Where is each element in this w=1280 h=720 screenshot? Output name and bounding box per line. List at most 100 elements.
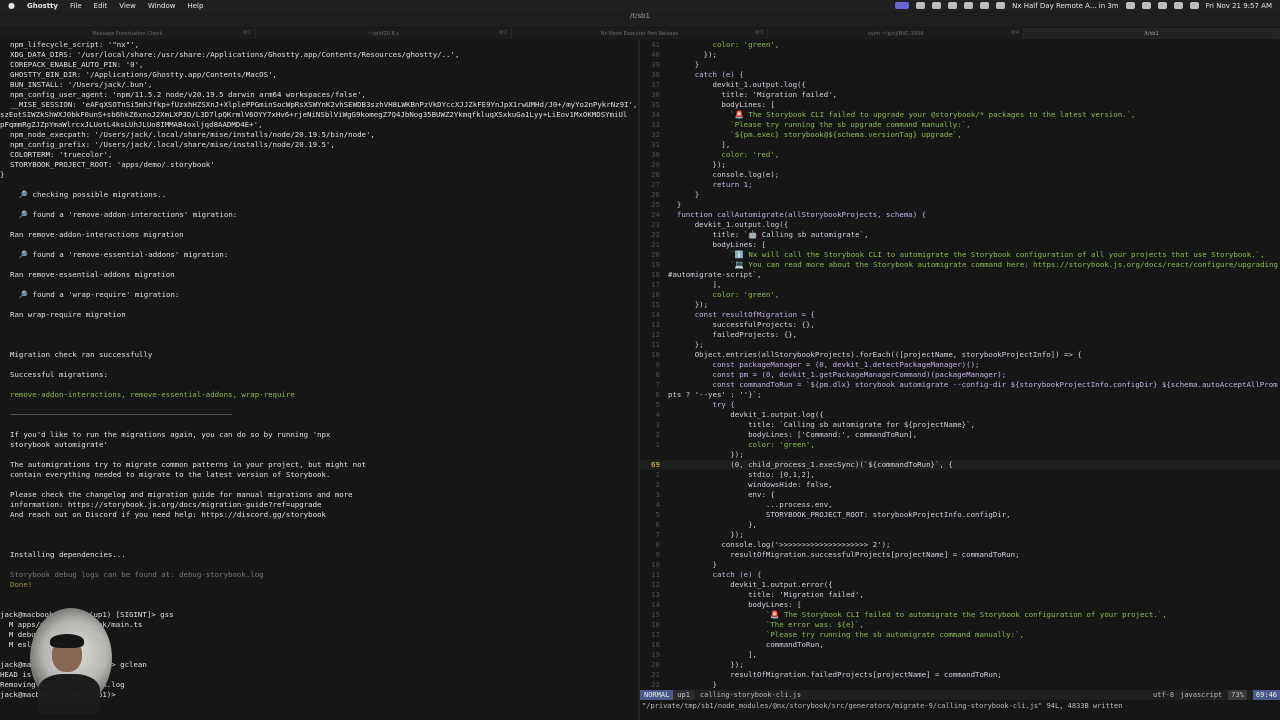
menu-edit[interactable]: Edit xyxy=(94,2,108,10)
status-icon[interactable] xyxy=(916,2,926,9)
tab-3[interactable]: Nx Node Executor Port Release ⌘3 xyxy=(512,28,768,39)
status-icon[interactable] xyxy=(948,2,958,9)
code-line[interactable]: 8 console.log('>>>>>>>>>>>>>>>>>>>> 2'); xyxy=(640,540,1280,550)
code-line[interactable]: 9 resultOfMigration.successfulProjects[p… xyxy=(640,550,1280,560)
code-line[interactable]: 35 bodyLines: [ xyxy=(640,100,1280,110)
code-line[interactable]: 17 ], xyxy=(640,280,1280,290)
status-icon[interactable] xyxy=(964,2,974,9)
code-line[interactable]: 16 `The error was: ${e}`, xyxy=(640,620,1280,630)
code-line[interactable]: 27 return 1; xyxy=(640,180,1280,190)
tab-4[interactable]: nvim ~/p/nj/NXC-3504 ⌘4 xyxy=(768,28,1024,39)
status-icon[interactable] xyxy=(932,2,942,9)
app-menu[interactable]: Ghostty xyxy=(27,2,58,10)
code-line[interactable]: 31 ], xyxy=(640,140,1280,150)
code-line[interactable]: 15 `🚨 The Storybook CLI failed to automi… xyxy=(640,610,1280,620)
code-line[interactable]: }); xyxy=(640,450,1280,460)
code-line[interactable]: 15 }); xyxy=(640,300,1280,310)
code-line[interactable]: 12 failedProjects: {}, xyxy=(640,330,1280,340)
apple-icon[interactable]: ● xyxy=(8,1,15,10)
code-line[interactable]: 22 title: `🤖 Calling sb automigrate`, xyxy=(640,230,1280,240)
code-line[interactable]: 20 }); xyxy=(640,660,1280,670)
code-line[interactable]: 25 } xyxy=(640,200,1280,210)
code-line[interactable]: 21 bodyLines: [ xyxy=(640,240,1280,250)
tab-1[interactable]: Message Punctuation Check ⌘1 xyxy=(0,28,256,39)
code-line[interactable]: 5 try { xyxy=(640,400,1280,410)
editor-pane[interactable]: 41 color: 'green', 40 }); 39 } 38 catch (e)… xyxy=(640,40,1280,720)
terminal-line: Ran wrap-require migration xyxy=(10,310,126,319)
code-line[interactable]: 2 windowsHide: false, xyxy=(640,480,1280,490)
code-line[interactable]: 19 ], xyxy=(640,650,1280,660)
code-line[interactable]: 6 pts ? '--yes' : ''}`; xyxy=(640,390,1280,400)
code-line[interactable]: 41 color: 'green', xyxy=(640,40,1280,50)
terminal-line: 🔎 found a 'wrap-require' migration: xyxy=(10,290,180,299)
code-line[interactable]: 10 Object.entries(allStorybookProjects).… xyxy=(640,350,1280,360)
code-line[interactable]: 18 #automigrate-script`, xyxy=(640,270,1280,280)
code-line[interactable]: 2 bodyLines: ['Command:', commandToRun], xyxy=(640,430,1280,440)
code-line[interactable]: 23 devkit_1.output.log({ xyxy=(640,220,1280,230)
code-line[interactable]: 24 function callAutomigrate(allStorybook… xyxy=(640,210,1280,220)
code-line[interactable]: 22 } xyxy=(640,680,1280,690)
code-line[interactable]: 28 console.log(e); xyxy=(640,170,1280,180)
code-line[interactable]: 9 const packageManager = (0, devkit_1.de… xyxy=(640,360,1280,370)
code-text: const pm = (0, devkit_1.getPackageManage… xyxy=(668,370,1007,379)
code-line[interactable]: 14 const resultOfMigration = { xyxy=(640,310,1280,320)
code-line[interactable]: 33 `Please try running the sb upgrade co… xyxy=(640,120,1280,130)
control-center-icon[interactable] xyxy=(1189,2,1199,9)
code-line[interactable]: 37 devkit_1.output.log({ xyxy=(640,80,1280,90)
tab-label: Nx Node Executor Port Release xyxy=(600,30,679,37)
code-line[interactable]: 16 color: 'green', xyxy=(640,290,1280,300)
code-text: } xyxy=(668,680,717,689)
code-line[interactable]: 20 `ℹ️ Nx will call the Storybook CLI to… xyxy=(640,250,1280,260)
code-line[interactable]: 8 const pm = (0, devkit_1.getPackageMana… xyxy=(640,370,1280,380)
code-line[interactable]: 13 successfulProjects: {}, xyxy=(640,320,1280,330)
code-line[interactable]: 7 }); xyxy=(640,530,1280,540)
play-icon[interactable] xyxy=(1125,2,1135,9)
screen-share-icon[interactable] xyxy=(895,2,910,9)
code-line[interactable]: 36 title: 'Migration failed', xyxy=(640,90,1280,100)
code-line[interactable]: 19 `💻 You can read more about the Storyb… xyxy=(640,260,1280,270)
code-line[interactable]: 11 }; xyxy=(640,340,1280,350)
code-line[interactable]: 29 }); xyxy=(640,160,1280,170)
code-line[interactable]: 10 } xyxy=(640,560,1280,570)
code-line[interactable]: 11 catch (e) { xyxy=(640,570,1280,580)
code-line[interactable]: 32 `${pm.exec} storybook@${schema.versio… xyxy=(640,130,1280,140)
calendar-event[interactable]: Nx Half Day Remote A... in 3m xyxy=(1012,2,1119,10)
code-line[interactable]: 1 color: 'green', xyxy=(640,440,1280,450)
status-icon[interactable] xyxy=(980,2,990,9)
code-line[interactable]: 21 resultOfMigration.failedProjects[proj… xyxy=(640,670,1280,680)
code-line[interactable]: 40 }); xyxy=(640,50,1280,60)
calendar-icon[interactable] xyxy=(996,2,1006,9)
code-line[interactable]: 3 title: `Calling sb automigrate for ${p… xyxy=(640,420,1280,430)
code-line[interactable]: 38 catch (e) { xyxy=(640,70,1280,80)
menu-view[interactable]: View xyxy=(119,2,136,10)
code-line[interactable]: 69 (0, child_process_1.execSync)(`${comm… xyxy=(640,460,1280,470)
code-line[interactable]: 39 } xyxy=(640,60,1280,70)
code-line[interactable]: 12 devkit_1.output.error({ xyxy=(640,580,1280,590)
menu-file[interactable]: File xyxy=(70,2,82,10)
search-icon[interactable] xyxy=(1173,2,1183,9)
code-line[interactable]: 1 stdio: [0,1,2], xyxy=(640,470,1280,480)
code-line[interactable]: 5 STORYBOOK_PROJECT_ROOT: storybookProje… xyxy=(640,510,1280,520)
code-line[interactable]: 7 const commandToRun = `${pm.dlx} storyb… xyxy=(640,380,1280,390)
git-branch: up1 xyxy=(673,690,694,700)
code-line[interactable]: 34 `🚨 The Storybook CLI failed to upgrad… xyxy=(640,110,1280,120)
code-line[interactable]: 30 color: 'red', xyxy=(640,150,1280,160)
code-line[interactable]: 18 commandToRun, xyxy=(640,640,1280,650)
menu-help[interactable]: Help xyxy=(187,2,203,10)
tab-5[interactable]: /t/sb1 xyxy=(1024,28,1280,39)
code-line[interactable]: 14 bodyLines: [ xyxy=(640,600,1280,610)
code-line[interactable]: 4 ...process.env, xyxy=(640,500,1280,510)
code-line[interactable]: 13 title: 'Migration failed', xyxy=(640,590,1280,600)
code-line[interactable]: 26 } xyxy=(640,190,1280,200)
battery-icon[interactable] xyxy=(1157,2,1167,9)
clock[interactable]: Fri Nov 21 9:57 AM xyxy=(1206,2,1272,10)
code-line[interactable]: 4 devkit_1.output.log({ xyxy=(640,410,1280,420)
tab-2[interactable]: ~/p/nf20.8.x ⌘2 xyxy=(256,28,512,39)
wifi-icon[interactable] xyxy=(1141,2,1151,9)
code-line[interactable]: 6 }, xyxy=(640,520,1280,530)
menu-window[interactable]: Window xyxy=(148,2,176,10)
line-number: 18 xyxy=(651,270,660,279)
code-line[interactable]: 3 env: { xyxy=(640,490,1280,500)
code-line[interactable]: 17 `Please try running the sb automigrat… xyxy=(640,630,1280,640)
